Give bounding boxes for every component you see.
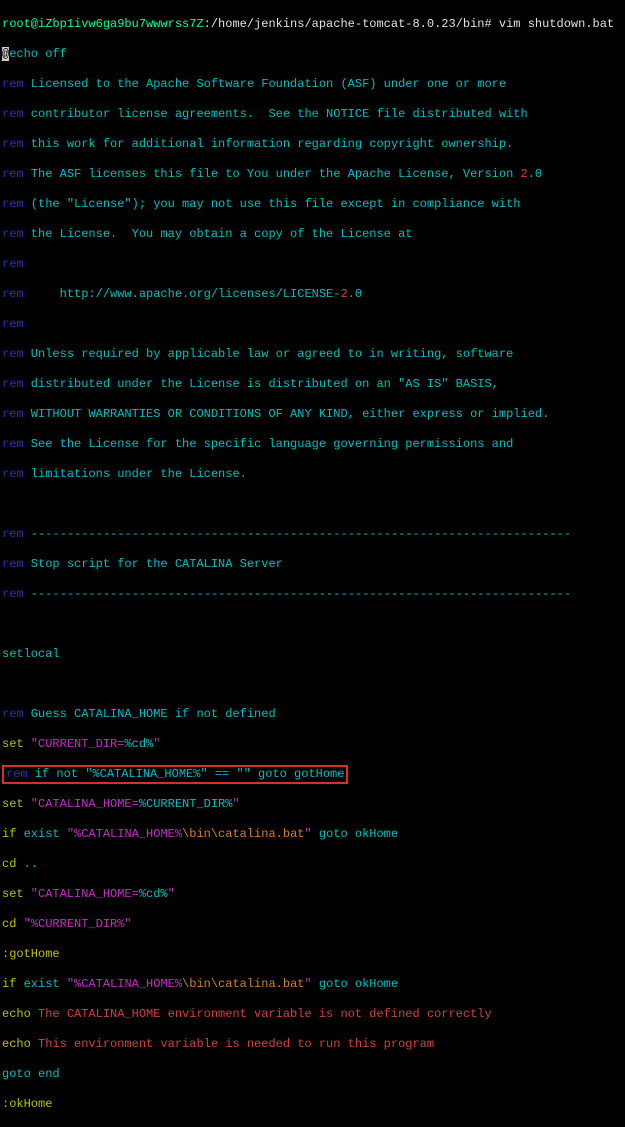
file-line: rem ------------------------------------… xyxy=(2,587,623,602)
shell-prompt: root@iZbp1ivw6ga9bu7wwwrss7Z:/home/jenki… xyxy=(2,17,623,32)
file-line: rem this work for additional information… xyxy=(2,137,623,152)
file-line: rem The ASF licenses this file to You un… xyxy=(2,167,623,182)
prompt-path: :/home/jenkins/apache-tomcat-8.0.23/bin# xyxy=(204,17,499,31)
file-line: set "CATALINA_HOME=%CURRENT_DIR%" xyxy=(2,797,623,812)
file-line: rem ------------------------------------… xyxy=(2,527,623,542)
file-line: if exist "%CATALINA_HOME%\bin\catalina.b… xyxy=(2,977,623,992)
file-line: rem (the "License"); you may not use thi… xyxy=(2,197,623,212)
file-line: rem the License. You may obtain a copy o… xyxy=(2,227,623,242)
file-line: rem xyxy=(2,257,623,272)
file-line: rem limitations under the License. xyxy=(2,467,623,482)
file-line: echo The CATALINA_HOME environment varia… xyxy=(2,1007,623,1022)
file-line: :gotHome xyxy=(2,947,623,962)
file-line xyxy=(2,677,623,692)
vim-command: vim shutdown.bat xyxy=(499,17,614,31)
file-line: cd .. xyxy=(2,857,623,872)
file-line: echo This environment variable is needed… xyxy=(2,1037,623,1052)
file-line: rem Stop script for the CATALINA Server xyxy=(2,557,623,572)
file-line: rem Unless required by applicable law or… xyxy=(2,347,623,362)
file-line: rem contributor license agreements. See … xyxy=(2,107,623,122)
terminal[interactable]: root@iZbp1ivw6ga9bu7wwwrss7Z:/home/jenki… xyxy=(2,2,623,1127)
highlight-box: rem if not "%CATALINA_HOME%" == "" goto … xyxy=(2,765,348,784)
file-line: rem Licensed to the Apache Software Foun… xyxy=(2,77,623,92)
file-line: set "CATALINA_HOME=%cd%" xyxy=(2,887,623,902)
file-line: if exist "%CATALINA_HOME%\bin\catalina.b… xyxy=(2,827,623,842)
file-line: @echo off xyxy=(2,47,623,62)
file-line: rem http://www.apache.org/licenses/LICEN… xyxy=(2,287,623,302)
file-line: cd "%CURRENT_DIR%" xyxy=(2,917,623,932)
highlighted-line: rem if not "%CATALINA_HOME%" == "" goto … xyxy=(2,767,623,782)
file-line: rem See the License for the specific lan… xyxy=(2,437,623,452)
file-line: rem Guess CATALINA_HOME if not defined xyxy=(2,707,623,722)
file-line: setlocal xyxy=(2,647,623,662)
file-line: set "CURRENT_DIR=%cd%" xyxy=(2,737,623,752)
file-line: rem WITHOUT WARRANTIES OR CONDITIONS OF … xyxy=(2,407,623,422)
file-line: rem distributed under the License is dis… xyxy=(2,377,623,392)
file-line: goto end xyxy=(2,1067,623,1082)
prompt-host: root@iZbp1ivw6ga9bu7wwwrss7Z xyxy=(2,17,204,31)
file-line xyxy=(2,617,623,632)
file-line xyxy=(2,497,623,512)
file-line: :okHome xyxy=(2,1097,623,1112)
file-line: rem xyxy=(2,317,623,332)
